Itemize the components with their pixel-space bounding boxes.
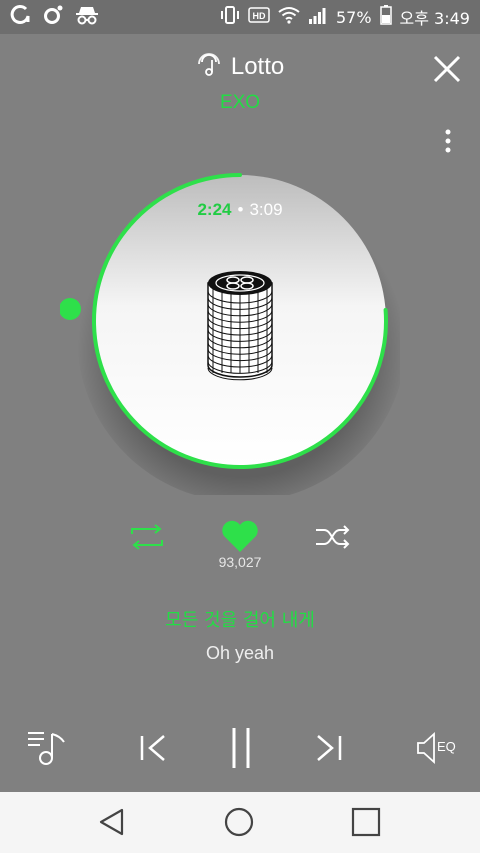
close-icon [433,55,461,83]
wifi-icon [278,6,300,28]
like-count: 93,027 [218,554,262,570]
app-g-icon [10,4,32,30]
playlist-button[interactable] [26,728,70,772]
like-button[interactable] [220,518,260,554]
back-triangle-icon [99,808,124,836]
battery-icon [379,5,392,29]
lyric-current-line[interactable]: 모든 것을 걸어 내게 [0,606,480,632]
back-button[interactable] [96,806,128,842]
recents-square-icon [351,807,381,837]
current-time: 2:24 [197,200,232,219]
next-icon [317,735,342,761]
status-time: 오후 3:49 [399,9,470,28]
previous-button[interactable] [136,728,170,772]
svg-text:HD: HD [252,11,265,21]
progress-knob[interactable] [59,298,81,320]
pause-icon [232,728,250,768]
hd-icon: HD [248,6,270,28]
repeat-icon [131,524,163,550]
incognito-icon [74,4,100,30]
battery-percent: 57% [335,7,372,27]
app-o-icon [42,4,64,30]
time-display: 2:24 • 3:09 [0,200,480,220]
shuffle-button[interactable] [314,524,352,550]
status-bar: HD 57% 오후 3:49 [0,0,480,34]
time-separator: • [237,200,244,219]
playback-controls: EQ [0,720,480,776]
eq-button[interactable]: EQ [414,728,460,772]
eq-label: EQ [437,739,456,754]
album-art [207,271,273,381]
heart-icon [222,520,258,552]
playlist-icon [28,732,65,765]
lyric-next-line[interactable]: Oh yeah [0,643,480,664]
more-menu-button[interactable] [440,128,456,156]
signal-icon [308,6,328,28]
vibrate-icon [220,5,240,29]
system-nav-bar [0,792,480,853]
status-left [10,4,100,30]
home-circle-icon [224,807,254,837]
repeat-button[interactable] [128,524,166,550]
close-button[interactable] [432,54,462,84]
next-button[interactable] [312,728,346,772]
recents-button[interactable] [350,806,382,842]
previous-icon [140,735,165,761]
home-button[interactable] [222,806,256,844]
pause-button[interactable] [224,724,258,776]
shuffle-icon [316,525,350,549]
song-title-row: Lotto [0,52,480,82]
song-title: Lotto [230,53,285,80]
streaming-note-icon [196,52,222,82]
artist-name[interactable]: EXO [0,92,480,114]
status-right: HD 57% 오후 3:49 [220,5,470,29]
total-time: 3:09 [249,200,283,219]
more-vertical-icon [445,129,451,153]
